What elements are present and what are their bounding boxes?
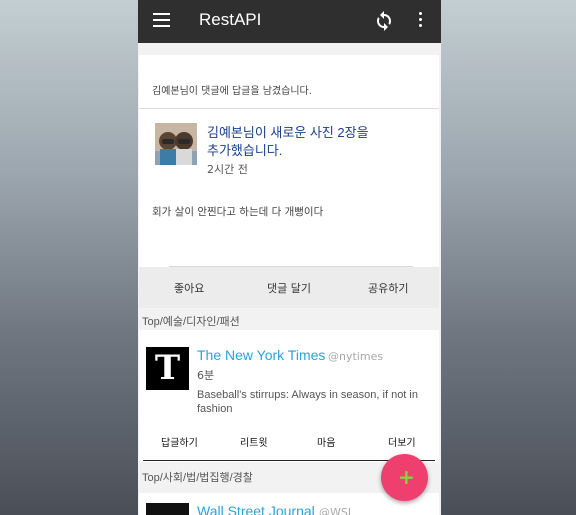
avatar[interactable] (155, 123, 197, 165)
post-title[interactable]: 김예본님이 새로운 사진 2장을 추가했습니다. (207, 124, 407, 160)
tweet-author-handle: @WSJ (319, 506, 352, 515)
divider (139, 108, 439, 109)
phone-screen: RestAPI 김예본님이 댓글에 답글을 남겼습니다. 김예본님이 새로운 사… (138, 0, 441, 515)
menu-icon[interactable] (153, 13, 170, 27)
plus-icon: + (398, 465, 415, 489)
comment-button[interactable]: 댓글 달기 (267, 280, 311, 296)
category-label: Top/예술/디자인/패션 (142, 316, 240, 328)
tweet-more-button[interactable]: 더보기 (388, 434, 416, 449)
app-title: RestAPI (199, 10, 262, 29)
post-body: 회가 살이 안찐다고 하는데 다 개뻥이다 (152, 206, 324, 218)
app-bar: RestAPI (138, 0, 441, 43)
reply-button[interactable]: 답글하기 (161, 434, 198, 449)
like-button[interactable]: 좋아요 (174, 280, 204, 296)
share-button[interactable]: 공유하기 (368, 280, 408, 296)
tweet-author-name[interactable]: The New York Times (197, 347, 325, 363)
refresh-icon[interactable] (372, 9, 396, 33)
retweet-button[interactable]: 리트윗 (240, 434, 268, 449)
tweet-card: T The New York Times @nytimes 6분 Basebal… (139, 330, 439, 462)
nyt-logo[interactable]: T (146, 347, 189, 390)
wsj-logo[interactable] (146, 503, 189, 515)
tweet-like-button[interactable]: 마음 (317, 434, 335, 449)
tweet-time: 6분 (197, 369, 215, 382)
notification-header: 김예본님이 댓글에 답글을 남겼습니다. (152, 86, 312, 97)
tweet-author-handle: @nytimes (328, 350, 384, 363)
category-label: Top/사회/법/법집행/경찰 (142, 472, 253, 484)
post-action-bar: 좋아요 댓글 달기 공유하기 (139, 267, 439, 308)
post-time: 2시간 전 (207, 163, 248, 176)
tweet-body: Baseball's stirrups: Always in season, i… (197, 389, 418, 415)
tweet-author-name[interactable]: Wall Street Journal (197, 503, 315, 515)
more-vert-icon[interactable] (419, 12, 423, 30)
avatar-photo (155, 123, 197, 165)
add-fab-button[interactable]: + (381, 454, 428, 501)
